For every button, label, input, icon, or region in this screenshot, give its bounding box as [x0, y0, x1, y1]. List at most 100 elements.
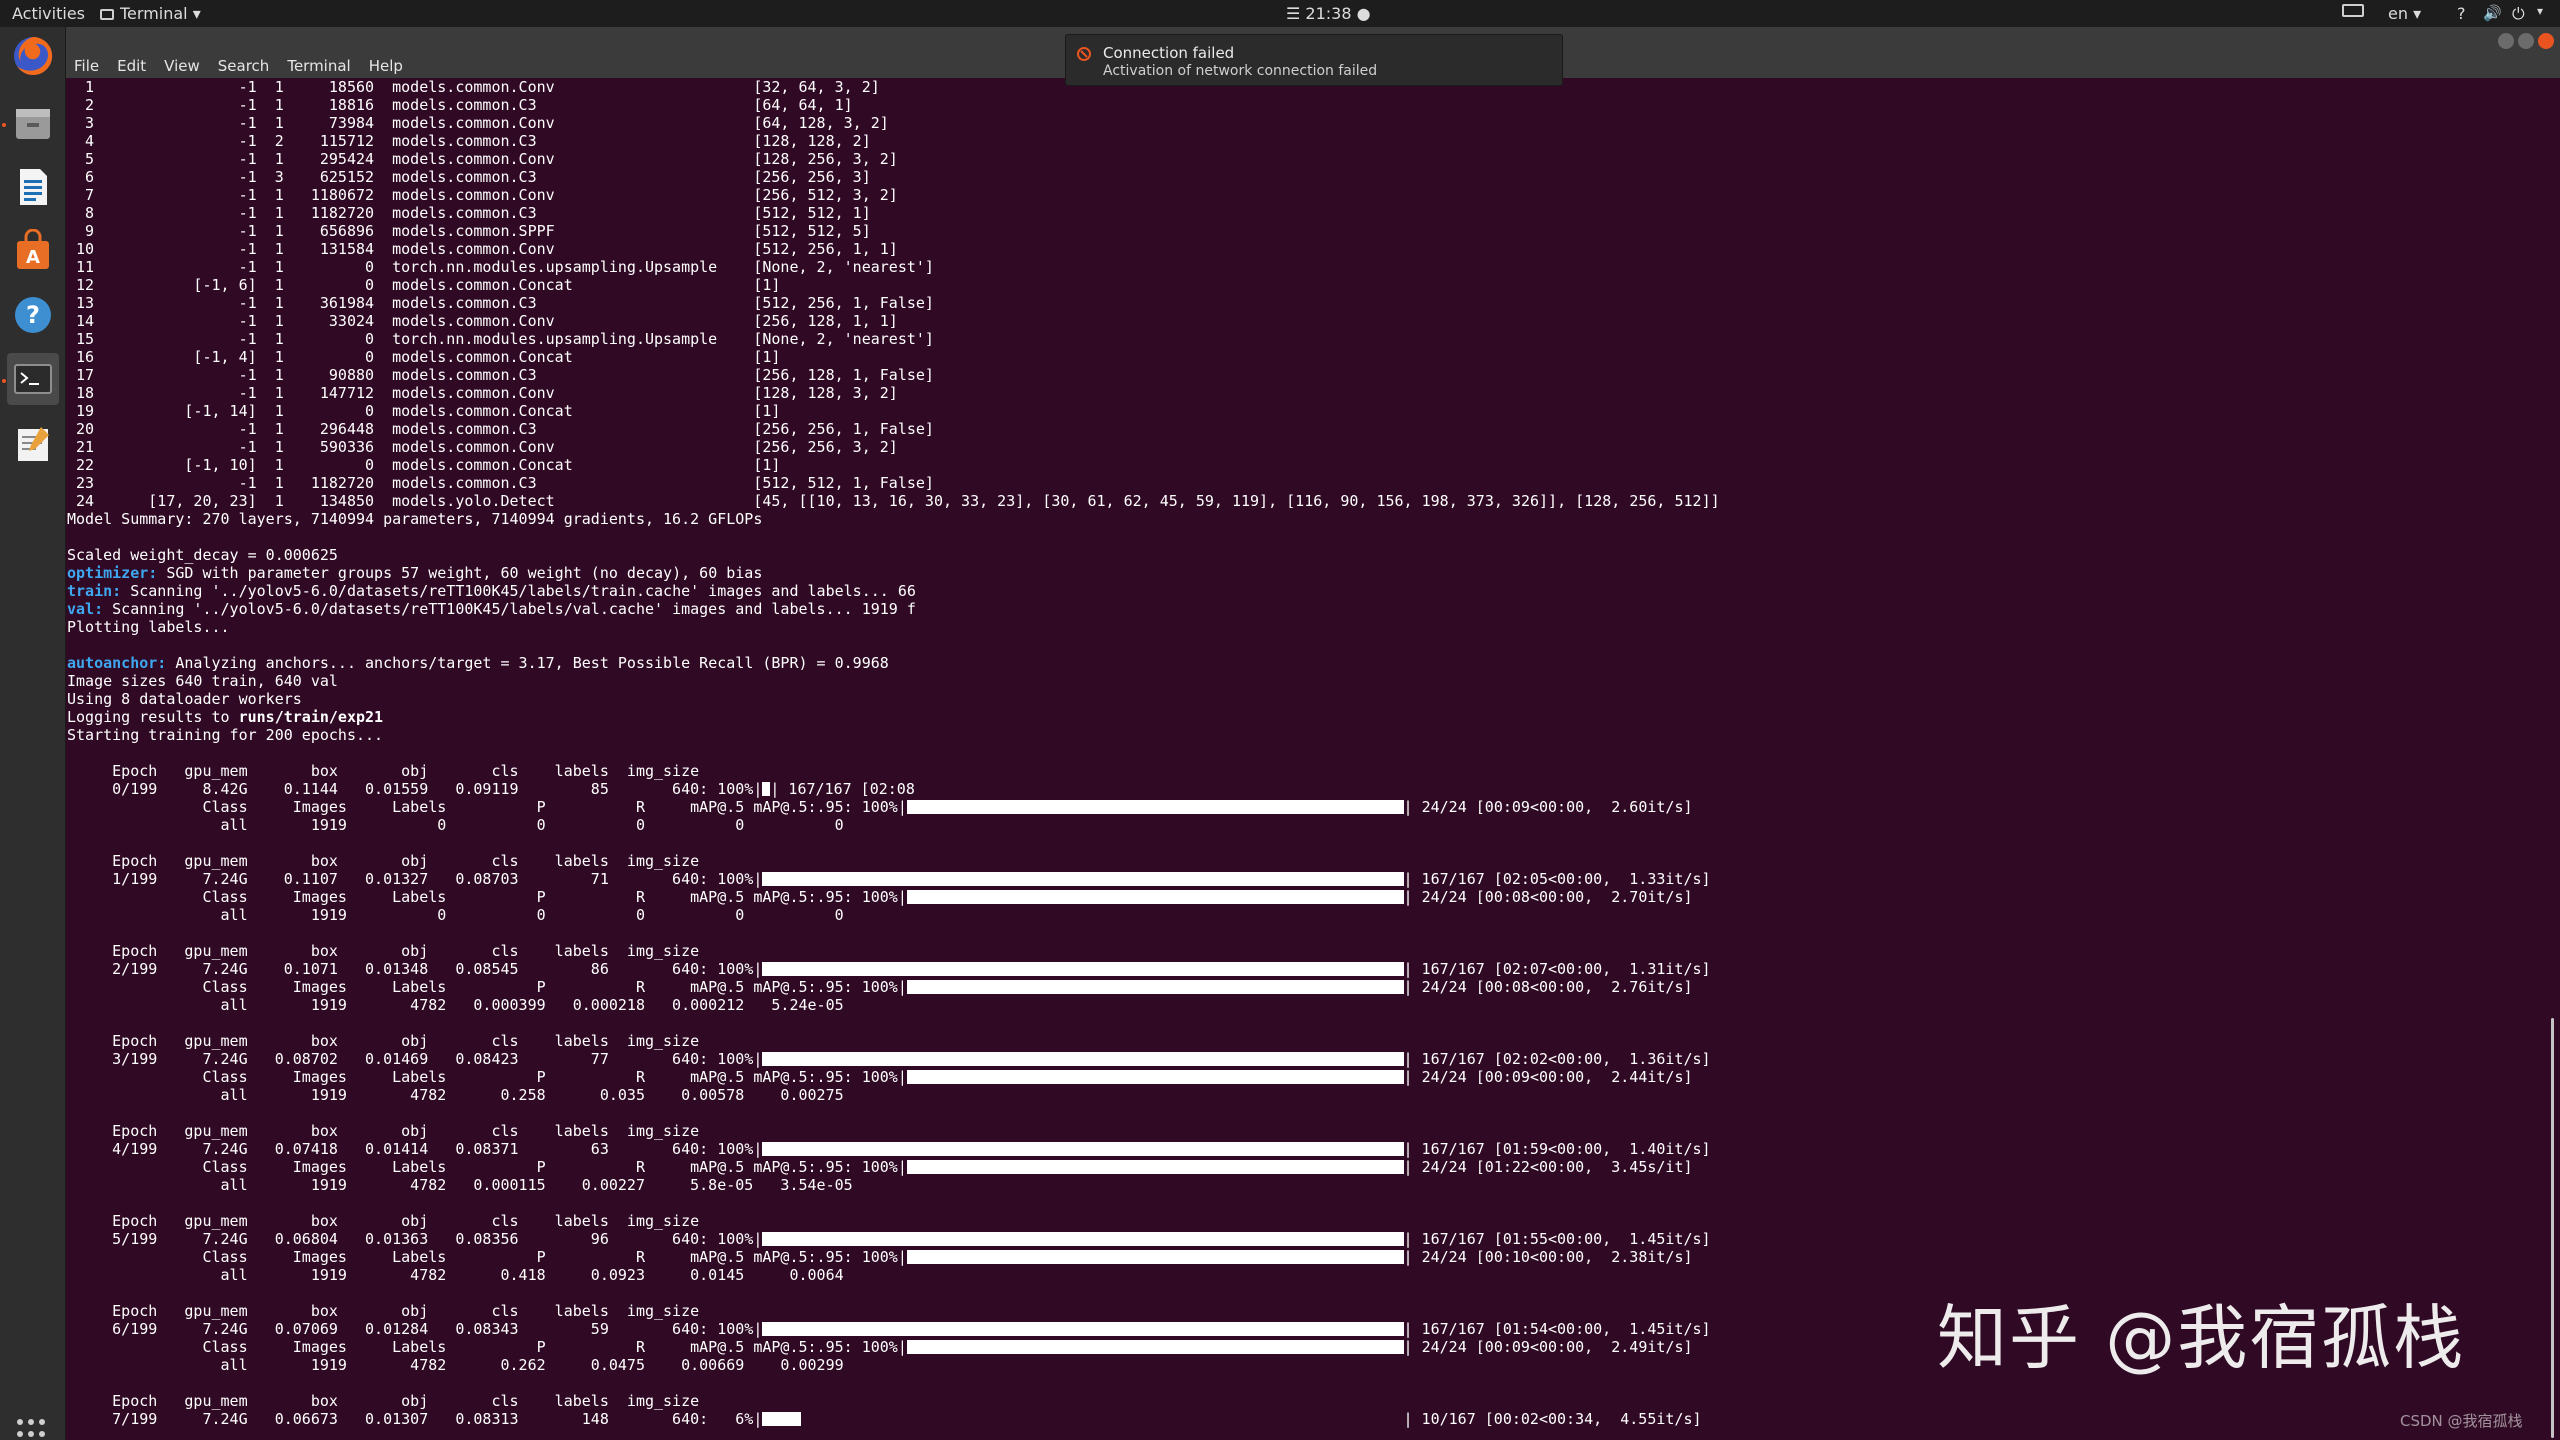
layer-row-text: 11 -1 1 0 torch.nn.modules.upsampling.Up… — [67, 258, 934, 276]
layer-row-text: 6 -1 3 625152 models.common.C3 [256, 256… — [67, 168, 871, 186]
autoanchor-key: autoanchor: — [67, 654, 167, 672]
firefox-icon[interactable] — [7, 30, 59, 82]
starting-line: Starting training for 200 epochs... — [67, 726, 2546, 744]
epoch-header-text: Epoch gpu_mem box obj cls labels img_siz… — [67, 942, 700, 960]
val-row-tail: | 24/24 [01:22<00:00, 3.45s/it] — [1403, 1158, 1693, 1176]
train-progress-bar — [762, 1232, 1404, 1246]
epoch-header: Epoch gpu_mem box obj cls labels img_siz… — [67, 1392, 2546, 1410]
terminal-icon — [100, 9, 114, 20]
epoch-train-row-current: 7/199 7.24G 0.06673 0.01307 0.08313 148 … — [67, 1410, 2546, 1428]
app-menu[interactable]: Terminal ▾ — [100, 4, 201, 23]
optimizer-key: optimizer: — [67, 564, 158, 582]
layer-row: 20 -1 1 296448 models.common.C3 [256, 25… — [67, 420, 2546, 438]
epoch-header: Epoch gpu_mem box obj cls labels img_siz… — [67, 762, 2546, 780]
watermark: 知乎 @我宿孤栈 — [1937, 1297, 2466, 1379]
terminal-window: File Edit View Search Terminal Help 1 -1… — [66, 27, 2560, 1440]
epoch-row-text: 0/199 8.42G 0.1144 0.01559 0.09119 85 64… — [67, 780, 763, 798]
layer-row-text: 2 -1 1 18816 models.common.C3 [64, 64, 1… — [67, 96, 853, 114]
layer-row-text: 8 -1 1 1182720 models.common.C3 [512, 51… — [67, 204, 871, 222]
class-header-text: Class Images Labels P R mAP@.5 mAP@.5:.9… — [67, 1338, 907, 1356]
layer-row-text: 20 -1 1 296448 models.common.C3 [256, 25… — [67, 420, 934, 438]
layer-row: 21 -1 1 590336 models.common.Conv [256, … — [67, 438, 2546, 456]
all-row-text: all 1919 4782 0.262 0.0475 0.00669 0.002… — [67, 1356, 844, 1374]
layer-row: 15 -1 1 0 torch.nn.modules.upsampling.Up… — [67, 330, 2546, 348]
train-progress-bar — [762, 1322, 1404, 1336]
epoch-train-row: 0/199 8.42G 0.1144 0.01559 0.09119 85 64… — [67, 780, 2546, 798]
system-menu-caret[interactable]: ▾ — [2537, 4, 2543, 18]
menu-view[interactable]: View — [164, 57, 200, 75]
layer-row-text: 9 -1 1 656896 models.common.SPPF [512, 5… — [67, 222, 871, 240]
epoch-row-text: 3/199 7.24G 0.08702 0.01469 0.08423 77 6… — [67, 1050, 763, 1068]
epoch-row-tail: | 167/167 [01:54<00:00, 1.45it/s] — [1403, 1320, 1711, 1338]
epoch-all-row: all 1919 0 0 0 0 0 — [67, 906, 2546, 924]
terminal-icon[interactable] — [7, 353, 59, 405]
volume-icon[interactable]: 🔊 — [2483, 4, 2502, 22]
train-progress-bar — [762, 872, 1404, 886]
watermark-small: CSDN @我宿孤栈 — [2400, 1412, 2523, 1430]
val-key: val: — [67, 600, 104, 618]
scrollbar[interactable] — [2546, 78, 2560, 1440]
language-selector[interactable]: en ▾ — [2388, 4, 2421, 23]
software-center-icon[interactable]: A — [7, 225, 59, 277]
layer-row-text: 19 [-1, 14] 1 0 models.common.Concat [1] — [67, 402, 781, 420]
menu-search[interactable]: Search — [218, 57, 270, 75]
class-header-text: Class Images Labels P R mAP@.5 mAP@.5:.9… — [67, 1068, 907, 1086]
epoch-val-row: Class Images Labels P R mAP@.5 mAP@.5:.9… — [67, 888, 2546, 906]
class-header-text: Class Images Labels P R mAP@.5 mAP@.5:.9… — [67, 978, 907, 996]
menu-edit[interactable]: Edit — [117, 57, 146, 75]
keyboard-icon[interactable] — [2342, 4, 2364, 17]
layer-row-text: 21 -1 1 590336 models.common.Conv [256, … — [67, 438, 898, 456]
layer-row: 6 -1 3 625152 models.common.C3 [256, 256… — [67, 168, 2546, 186]
train-key: train: — [67, 582, 122, 600]
show-applications-icon[interactable] — [17, 1419, 49, 1440]
layer-row-text: 17 -1 1 90880 models.common.C3 [256, 128… — [67, 366, 934, 384]
menu-terminal[interactable]: Terminal — [287, 57, 350, 75]
close-button[interactable] — [2538, 33, 2554, 49]
dock: A ? — [0, 27, 66, 1440]
files-icon[interactable] — [7, 97, 59, 149]
menu-file[interactable]: File — [74, 57, 99, 75]
epoch-header-text: Epoch gpu_mem box obj cls labels img_siz… — [67, 852, 700, 870]
running-indicator — [2, 379, 6, 383]
libreoffice-writer-icon[interactable] — [7, 161, 59, 213]
class-header-text: Class Images Labels P R mAP@.5 mAP@.5:.9… — [67, 798, 907, 816]
minimize-button[interactable] — [2498, 33, 2514, 49]
running-indicator — [2, 123, 6, 127]
epoch-row-tail: | 167/167 [01:59<00:00, 1.40it/s] — [1403, 1140, 1711, 1158]
clock[interactable]: ☰ 21:38 ● — [1286, 4, 1371, 23]
optimizer-line: optimizer: SGD with parameter groups 57 … — [67, 564, 2546, 582]
layer-row: 13 -1 1 361984 models.common.C3 [512, 25… — [67, 294, 2546, 312]
class-header-text: Class Images Labels P R mAP@.5 mAP@.5:.9… — [67, 888, 907, 906]
epoch-train-row: 3/199 7.24G 0.08702 0.01469 0.08423 77 6… — [67, 1050, 2546, 1068]
help-icon[interactable]: ? — [7, 289, 59, 341]
layer-row: 5 -1 1 295424 models.common.Conv [128, 2… — [67, 150, 2546, 168]
train-value: Scanning '../yolov5-6.0/datasets/reTT100… — [121, 582, 916, 600]
logging-prefix: Logging results to — [67, 708, 239, 726]
val-row-tail: | 24/24 [00:09<00:00, 2.60it/s] — [1403, 798, 1693, 816]
val-row-tail: | 24/24 [00:09<00:00, 2.49it/s] — [1403, 1338, 1693, 1356]
epoch-header-text: Epoch gpu_mem box obj cls labels img_siz… — [67, 762, 700, 780]
layer-row: 2 -1 1 18816 models.common.C3 [64, 64, 1… — [67, 96, 2546, 114]
logging-line: Logging results to runs/train/exp21 — [67, 708, 2546, 726]
text-editor-icon[interactable] — [7, 417, 59, 469]
power-icon[interactable]: ⏻ — [2512, 4, 2525, 24]
menu-help[interactable]: Help — [369, 57, 403, 75]
notification-popup[interactable]: Connection failed Activation of network … — [1065, 34, 1563, 86]
epoch-row-tail: | 10/167 [00:02<00:34, 4.55it/s] — [1403, 1410, 1702, 1428]
epoch-row-tail: | 167/167 [02:02<00:00, 1.36it/s] — [1403, 1050, 1711, 1068]
layer-row-text: 13 -1 1 361984 models.common.C3 [512, 25… — [67, 294, 934, 312]
all-row-text: all 1919 4782 0.418 0.0923 0.0145 0.0064 — [67, 1266, 844, 1284]
scrollbar-thumb[interactable] — [2551, 1018, 2554, 1438]
epoch-row-text: 5/199 7.24G 0.06804 0.01363 0.08356 96 6… — [67, 1230, 763, 1248]
maximize-button[interactable] — [2518, 33, 2534, 49]
terminal-output[interactable]: 1 -1 1 18560 models.common.Conv [32, 64,… — [66, 78, 2546, 1440]
layer-row-text: 1 -1 1 18560 models.common.Conv [32, 64,… — [67, 78, 880, 96]
autoanchor-line: autoanchor: Analyzing anchors... anchors… — [67, 654, 2546, 672]
layer-row: 10 -1 1 131584 models.common.Conv [512, … — [67, 240, 2546, 258]
help-icon[interactable]: ? — [2457, 4, 2466, 23]
epoch-val-row: Class Images Labels P R mAP@.5 mAP@.5:.9… — [67, 1248, 2546, 1266]
activities-button[interactable]: Activities — [12, 4, 85, 23]
